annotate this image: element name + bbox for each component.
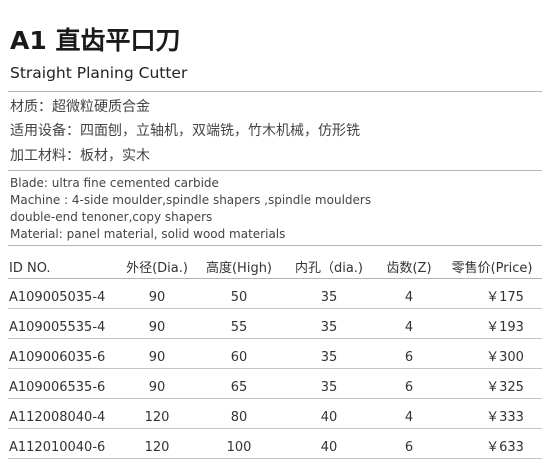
- header-id: ID NO.: [8, 256, 118, 279]
- cell-price: ￥193: [442, 308, 542, 339]
- cell-id: A109005035-4: [8, 278, 118, 309]
- cell-price: ￥300: [442, 338, 542, 369]
- cell-teeth: 6: [376, 368, 442, 399]
- cell-diameter: 120: [118, 398, 196, 429]
- machine-en: Machine : 4-side moulder,spindle shapers…: [10, 193, 372, 207]
- cell-id: A112010040-6: [8, 428, 118, 459]
- cell-id: A109006035-6: [8, 338, 118, 369]
- cell-height: 80: [196, 398, 282, 429]
- cell-bore: 35: [282, 278, 376, 309]
- cell-height: 100: [196, 428, 282, 459]
- cell-diameter: 90: [118, 338, 196, 369]
- divider-middle: [8, 170, 542, 171]
- product-subtitle: Straight Planing Cutter: [10, 64, 188, 82]
- cell-id: A112008040-4: [8, 398, 118, 429]
- cell-diameter: 120: [118, 428, 196, 459]
- cell-bore: 40: [282, 428, 376, 459]
- cell-price: ￥175: [442, 278, 542, 309]
- header-teeth: 齿数(Z): [376, 256, 442, 279]
- cell-bore: 35: [282, 308, 376, 339]
- cell-teeth: 6: [376, 338, 442, 369]
- material-en: Material: panel material, solid wood mat…: [10, 227, 286, 241]
- divider-table-top: [8, 245, 542, 246]
- divider-top: [8, 91, 542, 92]
- cell-teeth: 4: [376, 308, 442, 339]
- cell-bore: 35: [282, 338, 376, 369]
- cell-bore: 35: [282, 368, 376, 399]
- cell-price: ￥333: [442, 398, 542, 429]
- cell-id: A109006535-6: [8, 368, 118, 399]
- cell-diameter: 90: [118, 308, 196, 339]
- table-row: A109006535-6 90 65 35 6 ￥325: [8, 368, 542, 399]
- cell-diameter: 90: [118, 368, 196, 399]
- table-row: A109006035-6 90 60 35 6 ￥300: [8, 338, 542, 369]
- machine-en-continued: double-end tenoner,copy shapers: [10, 210, 213, 224]
- header-price: 零售价(Price): [442, 256, 542, 279]
- processing-material-cn: 加工材料：板材，实木: [10, 148, 150, 164]
- material-cn: 材质：超微粒硬质合金: [10, 99, 150, 115]
- cell-height: 60: [196, 338, 282, 369]
- blade-en: Blade: ultra fine cemented carbide: [10, 176, 219, 190]
- cell-teeth: 4: [376, 278, 442, 309]
- table-row: A112008040-4 120 80 40 4 ￥333: [8, 398, 542, 429]
- cell-height: 55: [196, 308, 282, 339]
- header-height: 高度(High): [196, 256, 282, 279]
- cell-diameter: 90: [118, 278, 196, 309]
- table-row: A109005035-4 90 50 35 4 ￥175: [8, 278, 542, 309]
- machine-cn: 适用设备：四面刨，立轴机，双端铣，竹木机械，仿形铣: [10, 123, 360, 139]
- header-bore: 内孔（dia.): [282, 256, 376, 279]
- cell-height: 50: [196, 278, 282, 309]
- table-row: A112010040-6 120 100 40 6 ￥633: [8, 428, 542, 459]
- cell-id: A109005535-4: [8, 308, 118, 339]
- table-header-row: ID NO. 外径(Dia.) 高度(High) 内孔（dia.) 齿数(Z) …: [8, 256, 542, 279]
- cell-teeth: 4: [376, 398, 442, 429]
- table-row: A109005535-4 90 55 35 4 ￥193: [8, 308, 542, 339]
- header-diameter: 外径(Dia.): [118, 256, 196, 279]
- product-title: A1 直齿平口刀: [10, 26, 181, 55]
- spec-table: ID NO. 外径(Dia.) 高度(High) 内孔（dia.) 齿数(Z) …: [8, 256, 542, 459]
- cell-price: ￥633: [442, 428, 542, 459]
- cell-price: ￥325: [442, 368, 542, 399]
- cell-teeth: 6: [376, 428, 442, 459]
- cell-height: 65: [196, 368, 282, 399]
- cell-bore: 40: [282, 398, 376, 429]
